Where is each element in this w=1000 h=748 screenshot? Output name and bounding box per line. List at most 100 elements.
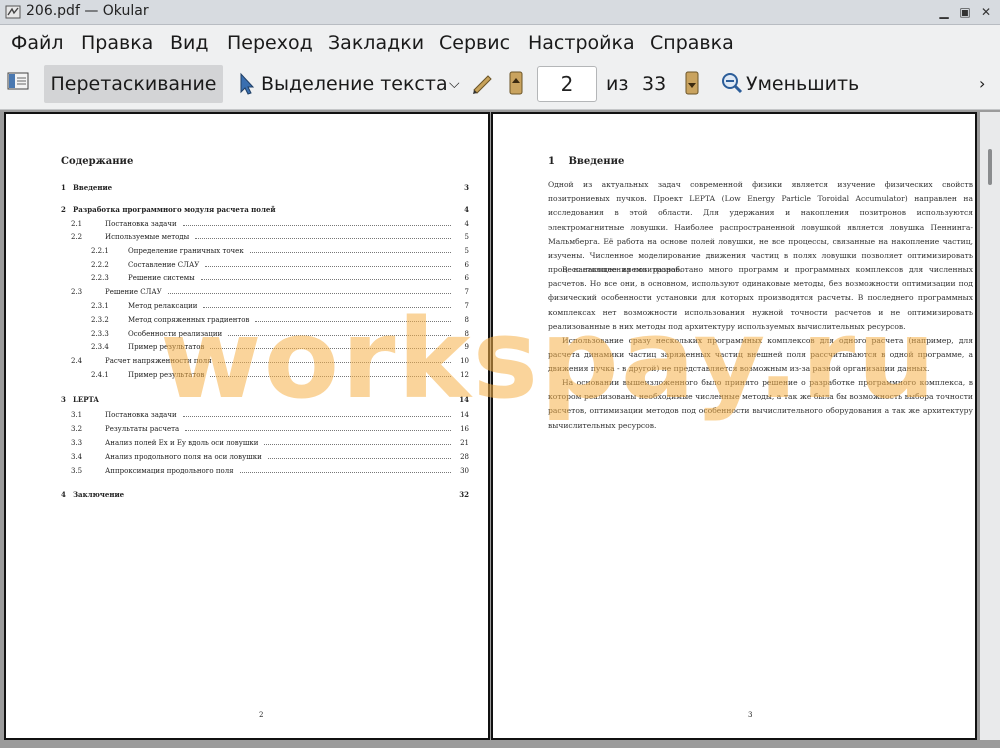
menu-help[interactable]: Справка — [650, 32, 734, 54]
toc-entry[interactable]: 2.3.4 Пример результатов 9 — [6, 341, 488, 353]
menu-view[interactable]: Вид — [170, 32, 209, 54]
toc-entry-title: Разработка программного модуля расчета п… — [73, 205, 276, 214]
pdf-page-2: Содержание 1 Введение 3 2 Разработка програм… — [4, 112, 490, 740]
toc-entry[interactable]: 3.3 Анализ полей Ex и Ey вдоль оси ловушк… — [6, 437, 488, 449]
toc-entry-page: 5 — [464, 233, 469, 241]
toc-entry-title: Постановка задачи — [105, 220, 177, 228]
toc-entry-title: Результаты расчета — [105, 425, 180, 433]
scrollbar-thumb[interactable] — [988, 149, 992, 185]
toc-leader-dots — [264, 444, 451, 445]
toc-entry-page: 9 — [464, 343, 469, 351]
toc-entry-number: 3.4 — [71, 453, 83, 461]
page-up-icon — [509, 71, 523, 95]
toc-leader-dots — [168, 293, 451, 294]
toc-entry[interactable]: 3.5 Аппроксимация продольного поля 30 — [6, 465, 488, 477]
toc-entry-number: 2.3 — [71, 288, 83, 296]
toc-entry-number: 2.3.1 — [91, 302, 109, 310]
toc-entry-page: 7 — [464, 288, 469, 296]
page-number-input[interactable] — [537, 66, 597, 102]
maximize-button[interactable]: ▣ — [955, 2, 975, 22]
menu-go[interactable]: Переход — [227, 32, 313, 54]
toc-entry[interactable]: 2 Разработка программного модуля расчета … — [6, 204, 488, 216]
section-number: 1 — [548, 156, 555, 167]
toc-entry-title: Анализ продольного поля на оси ловушки — [105, 453, 262, 461]
page-number-3: 3 — [748, 711, 753, 719]
toc-entry[interactable]: 3.1 Постановка задачи 14 — [6, 409, 488, 421]
toc-entry[interactable]: 2.2.1 Определение граничных точек 5 — [6, 245, 488, 257]
toc-entry-number: 3.3 — [71, 439, 83, 447]
toc-entry-title: Используемые методы — [105, 233, 190, 241]
toc-entry-number: 1 — [61, 183, 66, 192]
toc-leader-dots — [183, 225, 451, 226]
toc-entry[interactable]: 3.2 Результаты расчета 16 — [6, 423, 488, 435]
toc-entry[interactable]: 2.2.2 Составление СЛАУ 6 — [6, 259, 488, 271]
intro-paragraph-2: В настоящее время разработано много прог… — [548, 265, 973, 331]
toc-entry-title: Расчет напряженности поля — [105, 357, 212, 365]
toc-entry-page: 4 — [464, 205, 469, 214]
next-page-button[interactable] — [683, 70, 701, 96]
menu-tools[interactable]: Сервис — [439, 32, 510, 54]
page-down-icon — [685, 71, 699, 95]
sidebar-toggle-button[interactable] — [7, 70, 29, 92]
text-selection-tool-button[interactable]: Выделение текста — [261, 65, 448, 103]
toc-leader-dots — [250, 252, 451, 253]
toc-entry[interactable]: 2.2 Используемые методы 5 — [6, 231, 488, 243]
toc-entry-number: 2.3.2 — [91, 316, 109, 324]
close-button[interactable]: ✕ — [976, 2, 996, 22]
toc-heading: Содержание — [61, 156, 134, 167]
zoom-out-button[interactable]: Уменьшить — [746, 65, 859, 103]
intro-paragraph-4: На основании вышеизложенного было принят… — [548, 378, 973, 430]
toc-leader-dots — [203, 307, 451, 308]
toc-entry[interactable]: 3.4 Анализ продольного поля на оси ловушк… — [6, 451, 488, 463]
toc-leader-dots — [185, 430, 451, 431]
chevron-down-icon[interactable]: ⌵ — [449, 65, 460, 103]
toc-entry[interactable]: 2.4 Расчет напряженности поля 10 — [6, 355, 488, 367]
toc-entry-page: 5 — [464, 247, 469, 255]
toc-entry[interactable]: 3 LEPTA 14 — [6, 394, 488, 406]
menu-bar: Файл Правка Вид Переход Закладки Сервис … — [0, 25, 1000, 61]
toc-entry-page: 6 — [464, 274, 469, 282]
toc-entry[interactable]: 2.1 Постановка задачи 4 — [6, 218, 488, 230]
menu-settings[interactable]: Настройка — [528, 32, 635, 54]
toc-leader-dots — [195, 238, 451, 239]
toc-entry[interactable]: 2.3 Решение СЛАУ 7 — [6, 286, 488, 298]
toc-leader-dots — [255, 321, 451, 322]
section-title: Введение — [568, 156, 625, 167]
okular-app-icon — [5, 5, 21, 19]
previous-page-button[interactable] — [507, 70, 525, 96]
toc-entry[interactable]: 2.2.3 Решение системы 6 — [6, 272, 488, 284]
toc-entry[interactable]: 1 Введение 3 — [6, 182, 488, 194]
page-number-2: 2 — [259, 711, 264, 719]
toc-entry-page: 8 — [464, 330, 469, 338]
menu-edit[interactable]: Правка — [81, 32, 153, 54]
toc-entry[interactable]: 2.4.1 Пример результатов 12 — [6, 369, 488, 381]
toc-entry[interactable]: 2.3.2 Метод сопряженных градиентов 8 — [6, 314, 488, 326]
window-title: 206.pdf — Okular — [26, 3, 149, 19]
section-heading: 1 Введение — [548, 156, 624, 167]
toolbar-overflow-icon[interactable]: › — [979, 65, 985, 103]
annotation-tool-button[interactable] — [470, 70, 496, 96]
toc-leader-dots — [201, 279, 451, 280]
toc-entry[interactable]: 4 Заключение 32 — [6, 489, 488, 501]
browse-tool-button[interactable]: Перетаскивание — [44, 65, 223, 103]
toc-leader-dots — [240, 472, 451, 473]
toc-leader-dots — [210, 348, 451, 349]
toc-entry-page: 21 — [460, 439, 469, 447]
toc-entry-page: 14 — [459, 395, 469, 404]
toc-leader-dots — [183, 416, 451, 417]
toc-entry-title: Решение СЛАУ — [105, 288, 162, 296]
menu-file[interactable]: Файл — [11, 32, 64, 54]
toc-entry[interactable]: 2.3.3 Особенности реализации 8 — [6, 328, 488, 340]
menu-bookmarks[interactable]: Закладки — [328, 32, 424, 54]
toc-entry-page: 30 — [460, 467, 469, 475]
toc-entry-number: 2.2.3 — [91, 274, 109, 282]
toc-entry-title: Введение — [73, 183, 113, 192]
toc-entry-number: 3.1 — [71, 411, 83, 419]
toc-entry-title: Анализ полей Ex и Ey вдоль оси ловушки — [105, 439, 259, 447]
vertical-scrollbar[interactable] — [980, 112, 1000, 740]
toc-entry-title: Пример результатов — [128, 371, 205, 379]
toc-entry-title: LEPTA — [73, 395, 99, 404]
toc-entry-number: 2.2.2 — [91, 261, 109, 269]
minimize-button[interactable]: ▁ — [934, 2, 954, 22]
toc-entry[interactable]: 2.3.1 Метод релаксации 7 — [6, 300, 488, 312]
